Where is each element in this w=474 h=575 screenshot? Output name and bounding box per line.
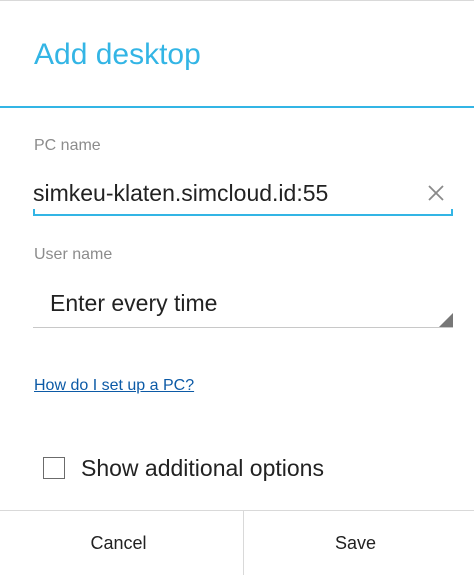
user-name-selected-value: Enter every time	[50, 290, 218, 316]
checkbox-icon[interactable]	[43, 457, 65, 479]
top-border	[0, 0, 474, 1]
cancel-button[interactable]: Cancel	[0, 511, 237, 575]
close-icon	[421, 178, 451, 208]
show-additional-options-checkbox[interactable]: Show additional options	[43, 453, 324, 483]
pc-name-underline	[33, 209, 453, 216]
checkbox-label: Show additional options	[81, 454, 324, 481]
pc-name-field	[33, 176, 453, 216]
clear-pc-name-button[interactable]	[421, 178, 451, 208]
user-name-spinner[interactable]: Enter every time	[33, 284, 453, 328]
pc-name-label: PC name	[34, 137, 101, 154]
spinner-underline	[33, 327, 453, 328]
spinner-triangle-icon	[439, 313, 453, 327]
save-button[interactable]: Save	[237, 511, 474, 575]
setup-pc-help-link[interactable]: How do I set up a PC?	[34, 378, 194, 394]
pc-name-input[interactable]	[33, 176, 415, 210]
user-name-label: User name	[34, 246, 113, 263]
dialog-title: Add desktop	[34, 38, 201, 71]
dialog-button-bar: Cancel Save	[0, 510, 474, 575]
title-divider	[0, 106, 474, 108]
